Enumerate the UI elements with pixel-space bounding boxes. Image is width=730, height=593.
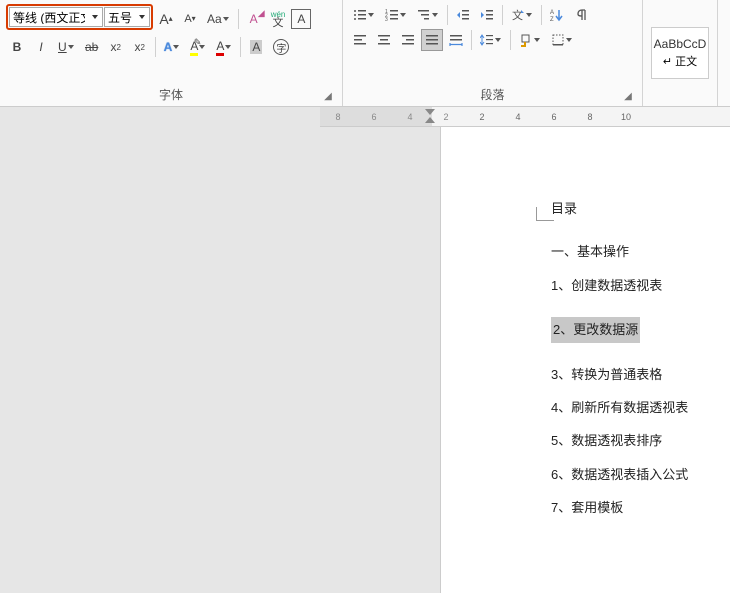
subscript-button[interactable]: x2 <box>105 36 127 58</box>
increase-indent-button[interactable] <box>476 4 498 26</box>
document-page[interactable]: 目录 一、基本操作 1、创建数据透视表 2、更改数据源 3、转换为普通表格 4、… <box>440 127 730 593</box>
font-color-button[interactable]: A <box>212 36 236 58</box>
svg-text:A: A <box>550 10 554 16</box>
font-name-combo[interactable] <box>9 7 103 27</box>
enclose-char-button[interactable]: 字 <box>269 36 293 58</box>
change-case-button[interactable]: Aa <box>203 8 234 30</box>
align-justify-button[interactable] <box>421 29 443 51</box>
text-direction-button[interactable]: 文 <box>507 4 537 26</box>
numbering-button[interactable]: 123 <box>381 4 411 26</box>
doc-line[interactable]: 1、创建数据透视表 <box>551 274 730 297</box>
paragraph-group: 123 文 AZ <box>343 0 643 106</box>
paragraph-group-label: 段落 ◢ <box>349 83 636 104</box>
text-effects-button[interactable]: A <box>160 36 185 58</box>
doc-line[interactable]: 3、转换为普通表格 <box>551 363 730 386</box>
svg-text:2: 2 <box>385 13 388 19</box>
multilevel-list-button[interactable] <box>413 4 443 26</box>
style-name-label: ↵ 正文 <box>663 53 697 69</box>
font-size-combo[interactable] <box>104 7 150 27</box>
horizontal-ruler[interactable]: 8 6 4 2 2 4 6 8 10 <box>320 107 730 127</box>
font-size-input[interactable] <box>105 10 135 24</box>
show-marks-button[interactable] <box>570 4 592 26</box>
svg-text:文: 文 <box>512 8 523 22</box>
bold-button[interactable]: B <box>6 36 28 58</box>
phonetic-guide-button[interactable]: wén文 <box>267 8 290 30</box>
font-name-dropdown[interactable] <box>88 15 102 19</box>
styles-group: AaBbCcD ↵ 正文 <box>643 0 718 106</box>
doc-line[interactable]: 一、基本操作 <box>551 240 730 263</box>
sort-button[interactable]: AZ <box>546 4 568 26</box>
style-sample-text: AaBbCcD <box>654 37 707 51</box>
gutter <box>0 107 440 593</box>
italic-button[interactable]: I <box>30 36 52 58</box>
superscript-button[interactable]: x2 <box>129 36 151 58</box>
svg-text:1: 1 <box>385 9 388 15</box>
svg-text:Z: Z <box>550 17 554 22</box>
font-group-label: 字体 ◢ <box>6 83 336 104</box>
ribbon: A▴ A▾ Aa A◢ wén文 A B I U ab x2 x2 A A✎ A <box>0 0 730 107</box>
page-area: 8 6 4 2 2 4 6 8 10 目录 一、基本操作 1、创建数据透视表 2… <box>440 107 730 593</box>
font-size-highlight-box <box>6 4 153 30</box>
workspace: 8 6 4 2 2 4 6 8 10 目录 一、基本操作 1、创建数据透视表 2… <box>0 107 730 593</box>
doc-line-selected[interactable]: 2、更改数据源 <box>551 317 640 342</box>
grow-font-button[interactable]: A▴ <box>155 8 177 30</box>
cursor-indicator <box>536 207 554 221</box>
char-shading-button[interactable]: A <box>245 36 267 58</box>
doc-title[interactable]: 目录 <box>551 197 730 220</box>
font-dialog-launcher[interactable]: ◢ <box>322 90 334 102</box>
font-size-dropdown[interactable] <box>135 15 149 19</box>
align-left-button[interactable] <box>349 29 371 51</box>
align-right-button[interactable] <box>397 29 419 51</box>
doc-line[interactable]: 7、套用模板 <box>551 496 730 519</box>
distribute-button[interactable] <box>445 29 467 51</box>
bullets-button[interactable] <box>349 4 379 26</box>
svg-text:3: 3 <box>385 17 388 22</box>
paragraph-dialog-launcher[interactable]: ◢ <box>622 90 634 102</box>
font-group: A▴ A▾ Aa A◢ wén文 A B I U ab x2 x2 A A✎ A <box>0 0 343 106</box>
underline-button[interactable]: U <box>54 36 79 58</box>
align-center-button[interactable] <box>373 29 395 51</box>
decrease-indent-button[interactable] <box>452 4 474 26</box>
clear-format-button[interactable]: A◢ <box>243 8 265 30</box>
strike-button[interactable]: ab <box>81 36 103 58</box>
highlight-button[interactable]: A✎ <box>186 36 210 58</box>
font-name-input[interactable] <box>10 10 88 24</box>
shading-button[interactable] <box>515 29 545 51</box>
borders-button[interactable] <box>547 29 577 51</box>
shrink-font-button[interactable]: A▾ <box>179 8 201 30</box>
doc-line[interactable]: 4、刷新所有数据透视表 <box>551 396 730 419</box>
doc-line[interactable]: 6、数据透视表插入公式 <box>551 463 730 486</box>
doc-line[interactable]: 5、数据透视表排序 <box>551 429 730 452</box>
line-spacing-button[interactable] <box>476 29 506 51</box>
style-normal[interactable]: AaBbCcD ↵ 正文 <box>651 27 709 79</box>
char-border-button[interactable]: A <box>291 9 311 29</box>
